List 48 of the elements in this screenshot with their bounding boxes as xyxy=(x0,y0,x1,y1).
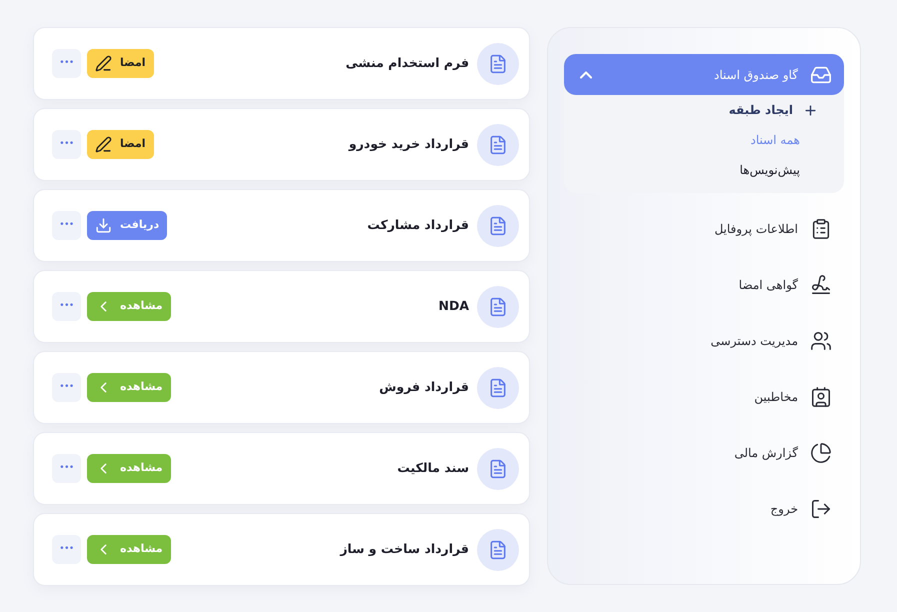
download-icon xyxy=(95,217,112,234)
document-title: قرارداد مشارکت xyxy=(367,216,469,234)
document-title: فرم استخدام منشی xyxy=(346,54,469,72)
submenu-link[interactable]: همه اسناد xyxy=(750,125,800,155)
contact-book-icon xyxy=(810,386,832,408)
document-title: قرارداد ساخت و ساز xyxy=(340,540,469,558)
more-button[interactable]: ••• xyxy=(52,211,81,240)
document-icon xyxy=(477,42,519,84)
document-icon xyxy=(477,448,519,490)
action-button[interactable]: امضا xyxy=(87,130,154,159)
document-title: قرارداد فروش xyxy=(379,378,469,396)
action-button[interactable]: مشاهده xyxy=(87,535,171,564)
more-button[interactable]: ••• xyxy=(52,292,81,321)
document-icon xyxy=(477,204,519,246)
action-button[interactable]: مشاهده xyxy=(87,454,171,483)
sidebar-item[interactable]: مدیریت دسترسی xyxy=(564,313,844,369)
more-button[interactable]: ••• xyxy=(52,454,81,483)
document-title: قرارداد خرید خودرو xyxy=(348,135,469,154)
pen-icon xyxy=(95,136,112,153)
sidebar-item[interactable]: گواهی امضا xyxy=(564,257,844,313)
plus-icon xyxy=(803,102,818,118)
sidebar-item[interactable]: مخاطبین xyxy=(564,369,844,425)
more-button[interactable]: ••• xyxy=(52,373,81,402)
pie-chart-icon xyxy=(810,442,832,464)
add-category-link[interactable]: ایجاد طبقه xyxy=(728,95,800,125)
users-icon xyxy=(810,330,832,352)
pen-icon xyxy=(95,55,112,72)
sidebar-item[interactable]: اطلاعات پروفایل xyxy=(564,201,844,257)
clipboard-icon xyxy=(810,218,832,240)
sidebar-item[interactable]: گزارش مالی xyxy=(564,425,844,481)
submenu-link[interactable]: پیش‌نویس‌ها xyxy=(740,155,800,185)
document-icon xyxy=(477,528,519,570)
document-title: NDA xyxy=(438,297,469,316)
document-icon xyxy=(477,124,519,166)
signature-icon xyxy=(810,274,832,296)
action-button[interactable]: امضا xyxy=(87,49,154,78)
document-icon xyxy=(477,366,519,408)
group-header[interactable]: گاو صندوق اسناد xyxy=(564,54,844,95)
more-button[interactable]: ••• xyxy=(52,535,81,564)
logout-icon xyxy=(810,498,832,520)
action-button[interactable]: مشاهده xyxy=(87,373,171,402)
document-title: سند مالکیت xyxy=(397,459,469,478)
action-button[interactable]: مشاهده xyxy=(87,292,171,321)
sidebar-item[interactable]: خروج xyxy=(564,481,844,537)
more-button[interactable]: ••• xyxy=(52,49,81,78)
document-icon xyxy=(477,286,519,328)
more-button[interactable]: ••• xyxy=(52,130,81,159)
action-button[interactable]: دریافت xyxy=(87,211,168,240)
